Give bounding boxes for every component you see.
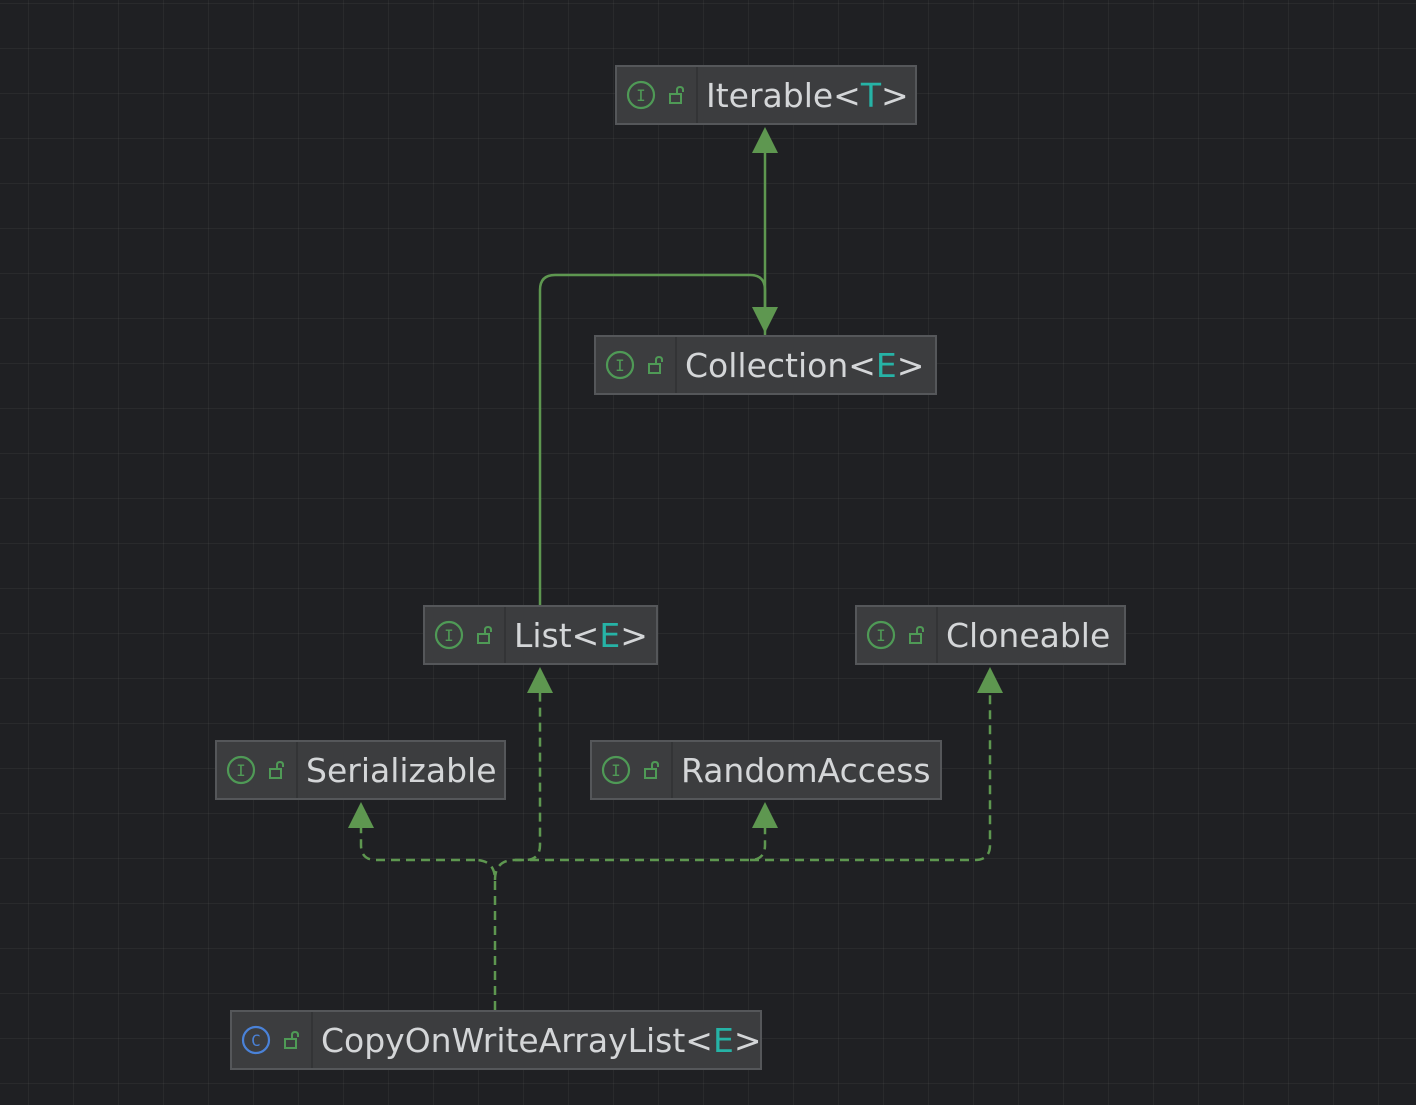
arrowhead-random-access: [752, 802, 778, 828]
unlocked-icon: [644, 760, 659, 779]
unlocked-icon: [669, 85, 684, 104]
node-icons: I: [617, 67, 698, 123]
interface-icon: I: [226, 755, 256, 785]
type-parameter: T: [860, 75, 882, 115]
node-label: Cloneable: [938, 607, 1122, 663]
svg-text:I: I: [876, 626, 886, 645]
type-name: RandomAccess: [681, 750, 931, 790]
edge-cowal-trunk: [474, 858, 497, 1010]
node-iterable[interactable]: I Iterable< T >: [615, 65, 917, 125]
svg-text:I: I: [236, 761, 246, 780]
type-parameter: E: [599, 615, 621, 655]
node-icons: I: [425, 607, 506, 663]
interface-icon: I: [601, 755, 631, 785]
node-icons: C: [232, 1012, 313, 1068]
arrowhead-list: [527, 667, 553, 693]
arrowhead-serializable: [348, 802, 374, 828]
svg-text:C: C: [251, 1031, 261, 1050]
unlocked-icon: [269, 760, 284, 779]
type-close: >: [896, 345, 925, 385]
node-label: Collection< E >: [677, 337, 936, 393]
type-close: >: [620, 615, 648, 655]
interface-icon: I: [605, 350, 635, 380]
type-parameter: E: [875, 345, 897, 385]
type-name: Cloneable: [946, 615, 1111, 655]
node-random-access[interactable]: I RandomAccess: [590, 740, 942, 800]
type-name: Serializable: [306, 750, 497, 790]
node-list[interactable]: I List< E >: [423, 605, 658, 665]
node-label: RandomAccess: [673, 742, 943, 798]
edges-layer: [348, 127, 1003, 1010]
edge-cowal-to-serializable: [359, 828, 475, 862]
node-cloneable[interactable]: I Cloneable: [855, 605, 1126, 665]
type-name: CopyOnWriteArrayList<: [321, 1020, 713, 1060]
svg-text:I: I: [636, 86, 646, 105]
diagram-canvas: I Iterable< T > I Collection< E > I List…: [0, 0, 1416, 1105]
node-collection[interactable]: I Collection< E >: [594, 335, 937, 395]
arrowhead-collection: [752, 307, 778, 333]
arrowhead-cloneable: [977, 667, 1003, 693]
unlocked-icon: [477, 625, 492, 644]
class-icon: C: [241, 1025, 271, 1055]
edge-list-to-collection: [538, 273, 767, 605]
arrowhead-iterable: [752, 127, 778, 153]
type-close: >: [881, 75, 909, 115]
svg-text:I: I: [615, 356, 625, 375]
type-close: >: [733, 1020, 762, 1060]
node-label: List< E >: [506, 607, 660, 663]
unlocked-icon: [909, 625, 924, 644]
node-icons: I: [857, 607, 938, 663]
interface-icon: I: [626, 80, 656, 110]
node-icons: I: [592, 742, 673, 798]
type-parameter: E: [712, 1020, 734, 1060]
type-name: Collection<: [685, 345, 876, 385]
interface-icon: I: [434, 620, 464, 650]
node-serializable[interactable]: I Serializable: [215, 740, 506, 800]
node-label: Serializable: [298, 742, 509, 798]
svg-text:I: I: [611, 761, 621, 780]
node-label: Iterable< T >: [698, 67, 921, 123]
unlocked-icon: [284, 1030, 299, 1049]
node-copy-on-write-array-list[interactable]: C CopyOnWriteArrayList< E >: [230, 1010, 762, 1070]
node-icons: I: [217, 742, 298, 798]
svg-text:I: I: [444, 626, 454, 645]
edge-cowal-to-random-access: [515, 828, 767, 862]
node-icons: I: [596, 337, 677, 393]
type-name: List<: [514, 615, 600, 655]
interface-icon: I: [866, 620, 896, 650]
unlocked-icon: [648, 355, 663, 374]
type-name: Iterable<: [706, 75, 861, 115]
node-label: CopyOnWriteArrayList< E >: [313, 1012, 773, 1068]
